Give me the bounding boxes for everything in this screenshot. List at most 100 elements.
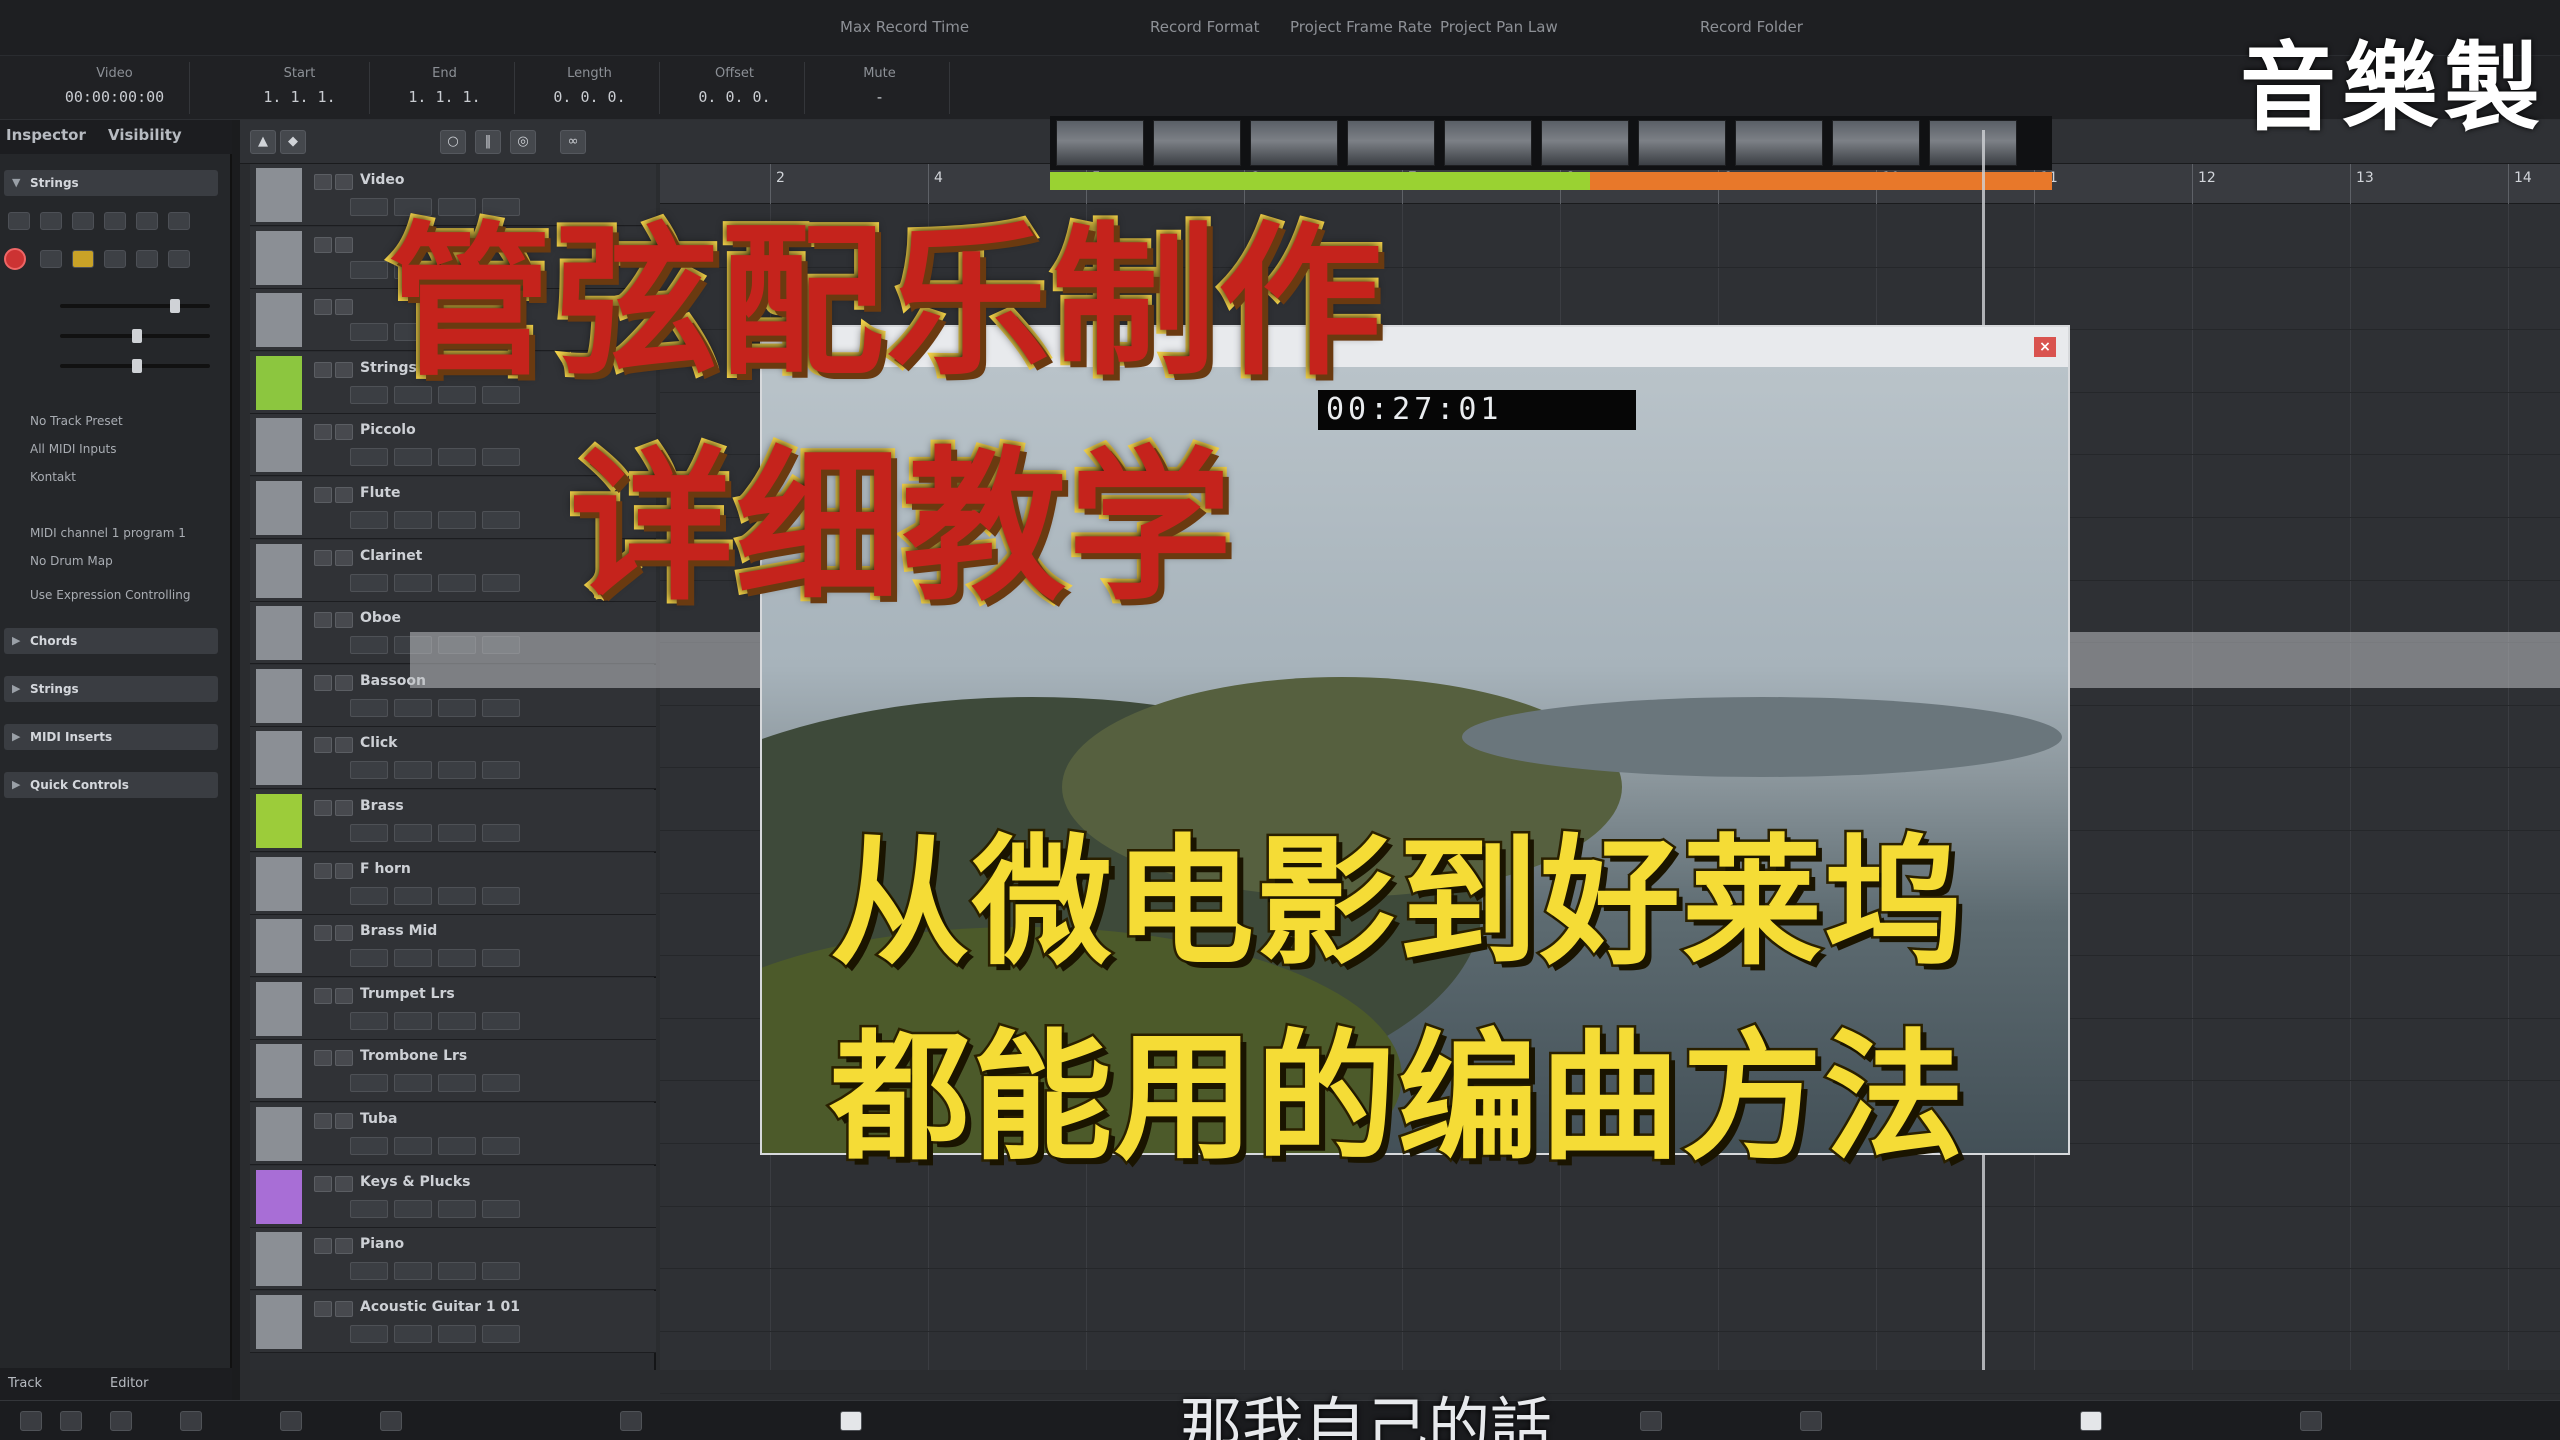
track-control[interactable] bbox=[350, 636, 388, 655]
bottom-tool-button[interactable] bbox=[1800, 1411, 1822, 1431]
track-color-swatch[interactable] bbox=[256, 1169, 302, 1224]
track-control[interactable] bbox=[482, 1324, 520, 1343]
track-controls[interactable] bbox=[350, 573, 526, 596]
solo-button[interactable] bbox=[335, 987, 353, 1004]
track-control[interactable] bbox=[350, 1262, 388, 1281]
mute-button[interactable] bbox=[314, 674, 332, 691]
midi-input[interactable]: All MIDI Inputs bbox=[4, 436, 218, 462]
track-mute-solo[interactable] bbox=[314, 674, 358, 693]
mute-button[interactable] bbox=[314, 987, 332, 1004]
mute-button[interactable] bbox=[314, 800, 332, 816]
split-tool-icon[interactable]: ‖ bbox=[475, 130, 501, 154]
track-controls[interactable] bbox=[350, 1324, 526, 1347]
solo-button[interactable] bbox=[335, 1238, 353, 1255]
section-quick-controls[interactable]: ▶ Quick Controls bbox=[4, 772, 218, 798]
edit-button[interactable] bbox=[136, 212, 158, 230]
track-controls[interactable] bbox=[350, 698, 526, 721]
track-mute-solo[interactable] bbox=[314, 987, 358, 1006]
solo-button[interactable] bbox=[335, 361, 353, 378]
info-col-length[interactable]: Length 0. 0. 0. bbox=[520, 62, 660, 114]
volume-knob[interactable] bbox=[170, 299, 180, 313]
bottom-tool-button[interactable] bbox=[280, 1411, 302, 1431]
mute-button[interactable] bbox=[314, 737, 332, 754]
tab-editor[interactable]: Editor bbox=[110, 1376, 148, 1391]
close-icon[interactable]: × bbox=[2034, 337, 2056, 357]
track-control[interactable] bbox=[394, 511, 432, 529]
track-row[interactable]: Tuba bbox=[250, 1103, 656, 1165]
track-row[interactable]: Trombone Lrs bbox=[250, 1040, 656, 1103]
tab-track[interactable]: Track bbox=[8, 1376, 42, 1391]
mute-button[interactable] bbox=[314, 925, 332, 942]
track-control[interactable] bbox=[482, 1137, 520, 1155]
solo-button[interactable] bbox=[335, 549, 353, 566]
mute-button[interactable] bbox=[8, 212, 30, 230]
track-control[interactable] bbox=[350, 323, 388, 342]
solo-button[interactable] bbox=[335, 800, 353, 816]
solo-button[interactable] bbox=[335, 674, 353, 691]
track-control[interactable] bbox=[438, 824, 476, 842]
track-control[interactable] bbox=[350, 1199, 388, 1218]
tab-visibility[interactable]: Visibility bbox=[108, 126, 182, 144]
midi-program[interactable]: MIDI channel 1 program 1 bbox=[4, 520, 218, 546]
track-color-swatch[interactable] bbox=[256, 1107, 302, 1161]
track-color-swatch[interactable] bbox=[256, 606, 302, 661]
track-color-swatch[interactable] bbox=[256, 481, 302, 535]
section-chords[interactable]: ▶ Chords bbox=[4, 628, 218, 654]
track-mute-solo[interactable] bbox=[314, 299, 358, 317]
track-control[interactable] bbox=[482, 1074, 520, 1093]
track-color-swatch[interactable] bbox=[256, 230, 302, 285]
track-color-swatch[interactable] bbox=[256, 1044, 302, 1099]
track-control[interactable] bbox=[394, 761, 432, 780]
lock-button[interactable] bbox=[72, 250, 94, 268]
video-thumbnail-strip[interactable] bbox=[1050, 116, 2052, 170]
track-control[interactable] bbox=[350, 824, 388, 842]
mute-button[interactable] bbox=[314, 612, 332, 629]
arrow-tool-icon[interactable]: ▲ bbox=[250, 130, 276, 154]
track-color-swatch[interactable] bbox=[256, 919, 302, 974]
track-mute-solo[interactable] bbox=[314, 1175, 358, 1194]
track-control[interactable] bbox=[394, 1011, 432, 1030]
track-controls[interactable] bbox=[350, 824, 526, 846]
track-control[interactable] bbox=[350, 385, 388, 404]
track-control[interactable] bbox=[482, 886, 520, 905]
track-control[interactable] bbox=[482, 698, 520, 717]
mute-button[interactable] bbox=[314, 299, 332, 316]
track-row[interactable]: Brass Mid bbox=[250, 915, 656, 978]
track-control[interactable] bbox=[482, 949, 520, 968]
track-mute-solo[interactable] bbox=[314, 487, 358, 505]
track-control[interactable] bbox=[438, 1074, 476, 1093]
track-mute-solo[interactable] bbox=[314, 1238, 358, 1256]
mute-button[interactable] bbox=[314, 236, 332, 253]
track-control[interactable] bbox=[438, 761, 476, 780]
solo-button[interactable] bbox=[335, 424, 353, 441]
section-strings[interactable]: ▶ Strings bbox=[4, 676, 218, 702]
play-icon[interactable] bbox=[1640, 1411, 1662, 1431]
track-control[interactable] bbox=[482, 1262, 520, 1281]
track-control[interactable] bbox=[350, 949, 388, 968]
track-controls[interactable] bbox=[350, 1199, 526, 1222]
track-control[interactable] bbox=[482, 573, 520, 592]
bottom-tool-button[interactable] bbox=[840, 1411, 862, 1431]
track-controls[interactable] bbox=[350, 448, 526, 470]
track-color-swatch[interactable] bbox=[256, 293, 302, 348]
track-control[interactable] bbox=[350, 761, 388, 780]
link-tool-icon[interactable]: ∞ bbox=[560, 130, 586, 154]
track-row[interactable]: Keys & Plucks bbox=[250, 1165, 656, 1228]
record-icon[interactable] bbox=[4, 248, 26, 270]
track-color-swatch[interactable] bbox=[256, 668, 302, 723]
track-control[interactable] bbox=[394, 886, 432, 905]
bottom-tool-button[interactable] bbox=[2080, 1411, 2102, 1431]
info-col-mute[interactable]: Mute - bbox=[810, 62, 950, 114]
snap-tool-icon[interactable]: ◎ bbox=[510, 130, 536, 154]
track-mute-solo[interactable] bbox=[314, 1113, 358, 1131]
track-color-swatch[interactable] bbox=[256, 543, 302, 598]
solo-button[interactable] bbox=[335, 1113, 353, 1129]
track-control[interactable] bbox=[394, 573, 432, 592]
track-row[interactable]: Piano bbox=[250, 1228, 656, 1291]
bottom-tool-button[interactable] bbox=[20, 1411, 42, 1431]
bottom-tool-button[interactable] bbox=[2300, 1411, 2322, 1431]
tab-inspector[interactable]: Inspector bbox=[6, 126, 86, 144]
track-row[interactable]: Acoustic Guitar 1 01 bbox=[250, 1290, 656, 1353]
track-control[interactable] bbox=[438, 1011, 476, 1030]
track-controls[interactable] bbox=[350, 949, 526, 971]
